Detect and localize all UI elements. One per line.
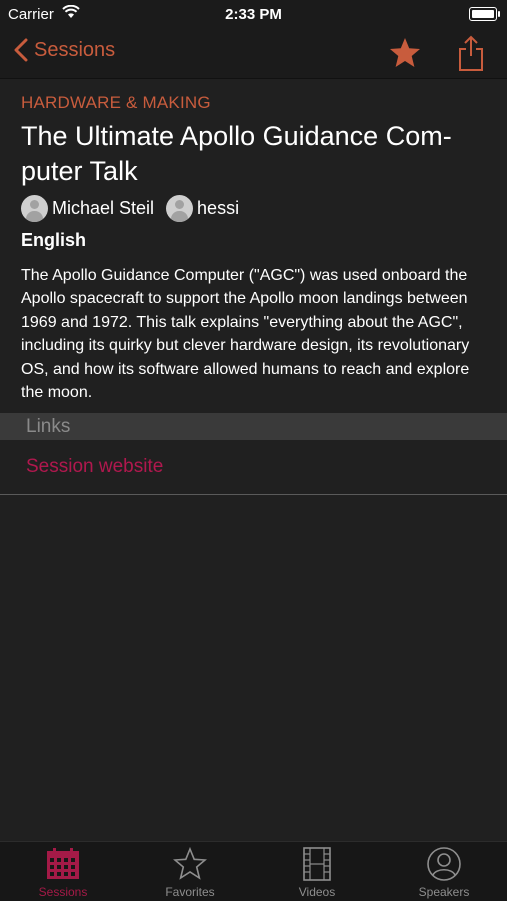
favorite-star-icon[interactable]	[388, 36, 422, 70]
battery-icon	[469, 7, 500, 21]
person-icon	[427, 847, 461, 881]
tab-bar: Sessions Favorites Videos Speakers	[0, 841, 507, 901]
speaker-name: hessi	[197, 198, 240, 218]
star-outline-icon	[173, 847, 207, 880]
speaker-item[interactable]: hessi	[166, 195, 239, 222]
session-website-link[interactable]: Session website	[0, 440, 507, 495]
language-label: English	[21, 230, 87, 250]
speaker-item[interactable]: Michael Steil	[21, 195, 154, 222]
tab-speakers[interactable]: Speakers	[381, 842, 507, 901]
session-title: The Ultimate Apollo Guidance Com-puter T…	[21, 121, 452, 186]
links-header-label: Links	[26, 416, 71, 437]
tab-favorites[interactable]: Favorites	[127, 842, 253, 901]
link-label: Session website	[26, 456, 164, 477]
clock: 2:33 PM	[225, 6, 282, 23]
back-button[interactable]: Sessions	[14, 38, 115, 62]
session-abstract: The Apollo Guidance Computer ("AGC") was…	[21, 267, 470, 402]
tab-label: Favorites	[165, 885, 215, 899]
tab-label: Videos	[298, 885, 336, 899]
status-bar: Carrier 2:33 PM	[0, 0, 507, 28]
speaker-list: Michael Steil hessi	[21, 195, 251, 222]
calendar-icon	[47, 848, 79, 879]
back-button-label: Sessions	[34, 38, 116, 61]
navigation-bar: Sessions	[0, 28, 507, 79]
tab-videos[interactable]: Videos	[254, 842, 380, 901]
avatar	[166, 195, 194, 222]
film-icon	[303, 847, 331, 881]
chevron-left-icon	[14, 38, 28, 62]
tab-sessions[interactable]: Sessions	[0, 842, 126, 901]
track-label: HARDWARE & MAKING	[21, 93, 211, 112]
tab-label: Sessions	[38, 885, 88, 899]
links-section-header: Links	[0, 413, 507, 440]
tab-label: Speakers	[418, 885, 470, 899]
share-icon[interactable]	[456, 34, 486, 72]
speaker-name: Michael Steil	[52, 198, 155, 218]
avatar	[21, 195, 48, 222]
